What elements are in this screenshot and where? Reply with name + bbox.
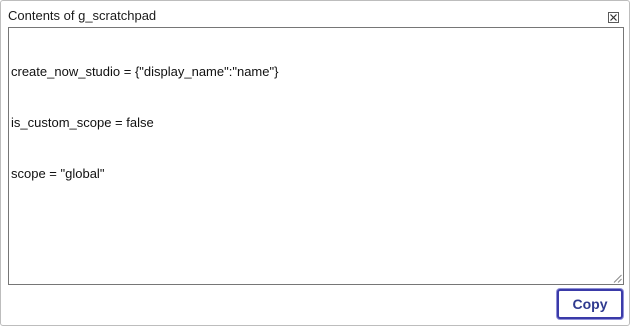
close-button[interactable]: [608, 12, 619, 23]
close-icon: [610, 14, 617, 21]
textarea-line: create_now_studio = {"display_name":"nam…: [11, 64, 279, 79]
resize-grip-icon[interactable]: [613, 274, 622, 283]
scratchpad-dialog: Contents of g_scratchpad create_now_stud…: [0, 0, 630, 326]
copy-button[interactable]: Copy: [557, 289, 623, 319]
textarea-line: is_custom_scope = false: [11, 115, 154, 130]
textarea-line: scope = "global": [11, 166, 105, 181]
dialog-title: Contents of g_scratchpad: [8, 8, 157, 23]
scratchpad-textarea[interactable]: create_now_studio = {"display_name":"nam…: [8, 27, 624, 285]
